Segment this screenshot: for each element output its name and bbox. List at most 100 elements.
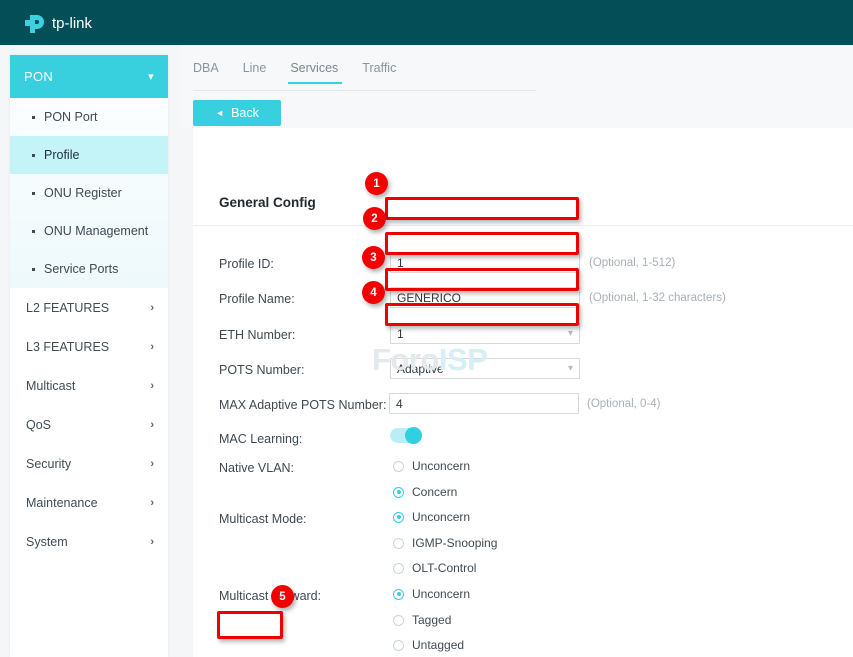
tab-bar: DBA Line Services Traffic	[193, 61, 408, 83]
sidebar-item-multicast[interactable]: Multicast ›	[10, 366, 168, 405]
multicast-mode-label: Multicast Mode:	[219, 512, 307, 526]
radio-label: Unconcern	[412, 587, 470, 601]
sidebar-item-profile[interactable]: Profile	[10, 136, 168, 174]
tab-dba[interactable]: DBA	[193, 61, 231, 83]
top-header-bar: tp-link	[0, 0, 853, 45]
multicast-mode-option-igmp-snooping[interactable]: IGMP-Snooping	[393, 536, 497, 550]
max-adaptive-pots-hint: (Optional, 0-4)	[587, 398, 661, 410]
profile-id-hint: (Optional, 1-512)	[589, 257, 675, 269]
radio-label: Unconcern	[412, 510, 470, 524]
sidebar-item-label: QoS	[26, 418, 51, 432]
profile-id-input[interactable]	[390, 252, 580, 273]
svg-text:tp-link: tp-link	[52, 15, 93, 32]
sidebar-item-label: System	[26, 535, 68, 549]
multicast-mode-option-unconcern[interactable]: Unconcern	[393, 510, 470, 524]
sidebar-item-label: ONU Management	[44, 224, 148, 238]
radio-label: Concern	[412, 485, 457, 499]
eth-number-select[interactable]: 1 ▾	[390, 323, 580, 344]
sidebar-item-label: L3 FEATURES	[26, 340, 109, 354]
sidebar-item-service-ports[interactable]: Service Ports	[10, 250, 168, 288]
sidebar-group-pon-label: PON	[24, 69, 53, 84]
bullet-icon	[32, 192, 35, 195]
chevron-right-icon: ›	[150, 380, 154, 392]
radio-icon	[393, 615, 404, 626]
radio-label: IGMP-Snooping	[412, 536, 497, 550]
radio-icon	[393, 538, 404, 549]
max-adaptive-pots-label: MAX Adaptive POTS Number:	[219, 398, 386, 412]
multicast-mode-option-olt-control[interactable]: OLT-Control	[393, 561, 476, 575]
profile-name-label: Profile Name:	[219, 292, 295, 306]
sidebar: PON ▾ PON Port Profile ONU Register ONU …	[10, 55, 168, 657]
radio-icon	[393, 487, 404, 498]
multicast-forward-label: Multicast Forward:	[219, 589, 321, 603]
radio-icon	[393, 589, 404, 600]
sidebar-item-l3-features[interactable]: L3 FEATURES ›	[10, 327, 168, 366]
chevron-down-icon: ▾	[148, 70, 154, 83]
sidebar-item-label: Maintenance	[26, 496, 98, 510]
sidebar-item-label: L2 FEATURES	[26, 301, 109, 315]
sidebar-item-maintenance[interactable]: Maintenance ›	[10, 483, 168, 522]
back-button-label: Back	[231, 106, 259, 120]
sidebar-sub-list: PON Port Profile ONU Register ONU Manage…	[10, 98, 168, 288]
sidebar-item-onu-register[interactable]: ONU Register	[10, 174, 168, 212]
chevron-down-icon: ▾	[568, 328, 573, 339]
radio-icon	[393, 563, 404, 574]
mac-learning-label: MAC Learning:	[219, 432, 302, 446]
native-vlan-option-concern[interactable]: Concern	[393, 485, 457, 499]
radio-label: Unconcern	[412, 459, 470, 473]
general-config-panel: General Config Profile ID: (Optional, 1-…	[193, 128, 853, 657]
pots-number-label: POTS Number:	[219, 363, 304, 377]
bullet-icon	[32, 154, 35, 157]
eth-number-label: ETH Number:	[219, 328, 295, 342]
chevron-right-icon: ›	[150, 341, 154, 353]
native-vlan-option-unconcern[interactable]: Unconcern	[393, 459, 470, 473]
chevron-down-icon: ▾	[568, 363, 573, 374]
radio-label: Tagged	[412, 613, 451, 627]
native-vlan-label: Native VLAN:	[219, 461, 294, 475]
bullet-icon	[32, 230, 35, 233]
radio-icon	[393, 512, 404, 523]
multicast-forward-option-tagged[interactable]: Tagged	[393, 613, 451, 627]
radio-icon	[393, 461, 404, 472]
sidebar-item-qos[interactable]: QoS ›	[10, 405, 168, 444]
multicast-forward-option-unconcern[interactable]: Unconcern	[393, 587, 470, 601]
sidebar-item-pon-port[interactable]: PON Port	[10, 98, 168, 136]
bullet-icon	[32, 268, 35, 271]
pots-number-select[interactable]: Adaptive ▾	[390, 358, 580, 379]
sidebar-item-label: PON Port	[44, 110, 98, 124]
profile-name-input[interactable]	[390, 287, 580, 308]
max-adaptive-pots-input[interactable]	[389, 393, 579, 414]
tab-traffic[interactable]: Traffic	[350, 61, 408, 83]
triangle-left-icon: ◄	[215, 108, 224, 118]
pots-number-value: Adaptive	[397, 362, 444, 376]
sidebar-item-label: Profile	[44, 148, 79, 162]
radio-label: OLT-Control	[412, 561, 476, 575]
sidebar-item-onu-management[interactable]: ONU Management	[10, 212, 168, 250]
mac-learning-toggle[interactable]	[390, 428, 422, 443]
profile-id-label: Profile ID:	[219, 257, 274, 271]
chevron-right-icon: ›	[150, 419, 154, 431]
tab-divider	[193, 90, 536, 91]
sidebar-item-system[interactable]: System ›	[10, 522, 168, 561]
multicast-forward-option-untagged[interactable]: Untagged	[393, 638, 464, 652]
sidebar-item-label: Security	[26, 457, 71, 471]
tp-link-logo-icon[interactable]: tp-link	[24, 9, 108, 36]
sidebar-group-pon[interactable]: PON ▾	[10, 55, 168, 98]
profile-name-hint: (Optional, 1-32 characters)	[589, 292, 726, 304]
back-button[interactable]: ◄ Back	[193, 100, 281, 126]
tabs-toolbar-area: DBA Line Services Traffic ◄ Back	[180, 45, 853, 128]
panel-divider	[193, 225, 853, 226]
sidebar-item-l2-features[interactable]: L2 FEATURES ›	[10, 288, 168, 327]
eth-number-value: 1	[397, 327, 404, 341]
page-title: General Config	[219, 195, 316, 210]
sidebar-item-label: ONU Register	[44, 186, 122, 200]
chevron-right-icon: ›	[150, 536, 154, 548]
tab-line[interactable]: Line	[231, 61, 279, 83]
tab-services[interactable]: Services	[278, 61, 350, 83]
content-area: DBA Line Services Traffic ◄ Back General…	[180, 45, 853, 657]
app-root: tp-link PON ▾ PON Port Profile ONU Regis…	[0, 0, 853, 657]
sidebar-item-label: Multicast	[26, 379, 75, 393]
chevron-right-icon: ›	[150, 302, 154, 314]
radio-icon	[393, 640, 404, 651]
sidebar-item-security[interactable]: Security ›	[10, 444, 168, 483]
